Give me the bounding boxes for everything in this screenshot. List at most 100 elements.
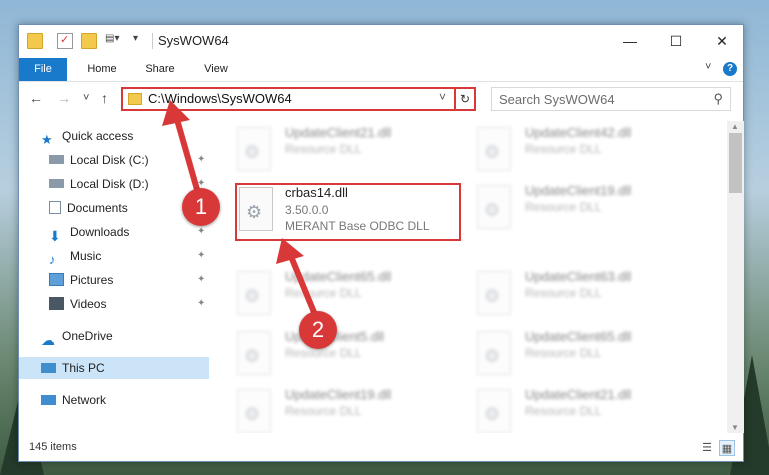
file-item[interactable]: ⚙ UpdateClient19.dll Resource DLL	[477, 181, 687, 239]
scroll-up-arrow-icon[interactable]: ▲	[731, 122, 739, 131]
sidebar-item-videos[interactable]: Videos	[49, 293, 106, 315]
star-icon: ★	[41, 132, 53, 148]
details-view-icon[interactable]: ☰	[699, 440, 715, 456]
file-name: UpdateClient65.dll	[525, 329, 632, 344]
vertical-scrollbar[interactable]: ▲ ▼	[727, 121, 744, 433]
sidebar-item-pictures[interactable]: Pictures	[49, 269, 113, 291]
sidebar-item-network[interactable]: Network	[41, 389, 106, 411]
tab-share[interactable]: Share	[135, 58, 185, 81]
sidebar-item-downloads[interactable]: ⬇ Downloads	[49, 221, 130, 244]
dll-file-icon: ⚙	[477, 331, 511, 375]
scroll-down-arrow-icon[interactable]: ▼	[731, 423, 739, 432]
help-icon[interactable]: ?	[723, 62, 737, 76]
maximize-button[interactable]: ☐	[653, 25, 699, 57]
file-type: Resource DLL	[285, 404, 362, 418]
pin-icon[interactable]: ✦	[197, 274, 205, 285]
ribbon-tabs: File Home Share View ˅ ?	[19, 58, 743, 82]
dll-file-icon: ⚙	[477, 271, 511, 315]
file-explorer-window: ✓ ▤▾ ▾ SysWOW64 — ☐ ✕ File Home Share Vi…	[18, 24, 744, 462]
drive-icon	[49, 155, 64, 165]
forward-button[interactable]: →	[57, 90, 71, 106]
sidebar-item-label: Music	[70, 249, 102, 263]
videos-icon	[49, 297, 64, 311]
dll-file-icon: ⚙	[477, 389, 511, 433]
sidebar-item-this-pc[interactable]: This PC	[19, 357, 209, 379]
file-list: ⚙ UpdateClient21.dll Resource DLL ⚙ crba…	[211, 121, 727, 433]
sidebar-item-label: Local Disk (C:)	[70, 153, 149, 167]
file-item[interactable]: ⚙ UpdateClient65.dll Resource DLL	[477, 327, 687, 385]
drive-icon	[49, 179, 64, 189]
sidebar-item-label: Downloads	[70, 225, 130, 239]
pin-icon[interactable]: ✦	[197, 250, 205, 261]
sidebar-item-documents[interactable]: Documents	[49, 197, 128, 219]
sidebar-item-onedrive[interactable]: ☁ OneDrive	[41, 325, 113, 349]
sidebar-item-label: Local Disk (D:)	[70, 177, 149, 191]
file-item[interactable]: ⚙ UpdateClient21.dll Resource DLL	[477, 385, 687, 433]
sidebar-item-music[interactable]: ♪ Music	[49, 245, 101, 267]
pin-icon[interactable]: ✦	[197, 154, 205, 165]
title-bar: ✓ ▤▾ ▾ SysWOW64 — ☐ ✕	[19, 25, 743, 58]
recent-locations-button[interactable]: ˅	[83, 92, 89, 104]
network-icon	[41, 394, 56, 405]
sidebar-item-quick-access[interactable]: ★ Quick access	[41, 125, 133, 147]
file-name: UpdateClient19.dll	[285, 387, 392, 402]
file-name: UpdateClient21.dll	[525, 387, 632, 402]
tab-file[interactable]: File	[19, 58, 67, 81]
pin-icon[interactable]: ✦	[197, 226, 205, 237]
minimize-button[interactable]: —	[607, 25, 653, 57]
navigation-bar: ← → ˅ ↑ C:\Windows\SysWOW64 ˅ ↻ Search S…	[19, 83, 743, 117]
file-item[interactable]: ⚙ UpdateClient5.dll Resource DLL	[237, 327, 447, 385]
file-name: UpdateClient63.dll	[525, 269, 632, 284]
tab-view[interactable]: View	[191, 58, 241, 81]
quick-access-dropdown-icon[interactable]: ▾	[133, 33, 145, 49]
search-icon[interactable]: ⚲	[713, 91, 723, 107]
file-item[interactable]: ⚙ UpdateClient19.dll Resource DLL	[237, 385, 447, 433]
sidebar-item-label: Quick access	[62, 129, 134, 143]
search-box[interactable]: Search SysWOW64 ⚲	[491, 87, 731, 111]
large-icons-view-icon[interactable]: ▦	[719, 440, 735, 456]
sidebar-item-local-disk-c[interactable]: Local Disk (C:)	[49, 149, 149, 171]
file-item[interactable]: ⚙ UpdateClient65.dll Resource DLL	[237, 267, 447, 325]
step-1-badge: 1	[182, 188, 220, 226]
tab-home[interactable]: Home	[77, 58, 127, 81]
up-button[interactable]: ↑	[101, 90, 108, 106]
file-name: UpdateClient19.dll	[525, 183, 632, 198]
file-type: Resource DLL	[525, 142, 602, 156]
refresh-button[interactable]: ↻	[454, 87, 476, 111]
address-path[interactable]: C:\Windows\SysWOW64	[148, 91, 292, 106]
search-input[interactable]: Search SysWOW64	[499, 92, 615, 107]
sidebar-item-local-disk-d[interactable]: Local Disk (D:)	[49, 173, 149, 195]
customize-toolbar-icon[interactable]: ▤▾	[105, 33, 129, 49]
new-folder-icon[interactable]	[81, 33, 97, 49]
folder-icon	[27, 33, 43, 49]
sidebar-item-label: OneDrive	[62, 329, 113, 343]
sidebar-item-label: Videos	[70, 297, 107, 311]
file-name: UpdateClient65.dll	[285, 269, 392, 284]
file-name: UpdateClient42.dll	[525, 125, 632, 140]
expand-ribbon-icon[interactable]: ˅	[705, 61, 711, 73]
sidebar-item-label: Documents	[67, 201, 128, 215]
file-item[interactable]: ⚙ UpdateClient63.dll Resource DLL	[477, 267, 687, 325]
item-count: 145 items	[29, 441, 77, 453]
file-type: Resource DLL	[525, 200, 602, 214]
file-type: Resource DLL	[285, 286, 362, 300]
onedrive-icon: ☁	[41, 332, 55, 349]
address-bar[interactable]: C:\Windows\SysWOW64 ˅	[121, 87, 476, 111]
file-item[interactable]: ⚙ UpdateClient42.dll Resource DLL	[477, 123, 687, 181]
address-dropdown-icon[interactable]: ˅	[439, 90, 446, 104]
status-bar: 145 items ☰ ▦	[19, 435, 743, 461]
sidebar-item-label: Network	[62, 393, 107, 407]
dll-file-icon: ⚙	[477, 185, 511, 229]
title-separator	[152, 33, 153, 49]
computer-icon	[41, 362, 56, 373]
window-title: SysWOW64	[158, 33, 229, 48]
scrollbar-thumb[interactable]	[729, 133, 742, 193]
properties-icon[interactable]: ✓	[57, 33, 73, 49]
back-button[interactable]: ←	[29, 90, 43, 106]
dll-file-icon: ⚙	[477, 127, 511, 171]
highlight-box-file	[235, 183, 461, 241]
pin-icon[interactable]: ✦	[197, 298, 205, 309]
file-name: UpdateClient21.dll	[285, 125, 392, 140]
close-button[interactable]: ✕	[699, 25, 745, 57]
file-item[interactable]: ⚙ UpdateClient21.dll Resource DLL	[237, 123, 447, 181]
